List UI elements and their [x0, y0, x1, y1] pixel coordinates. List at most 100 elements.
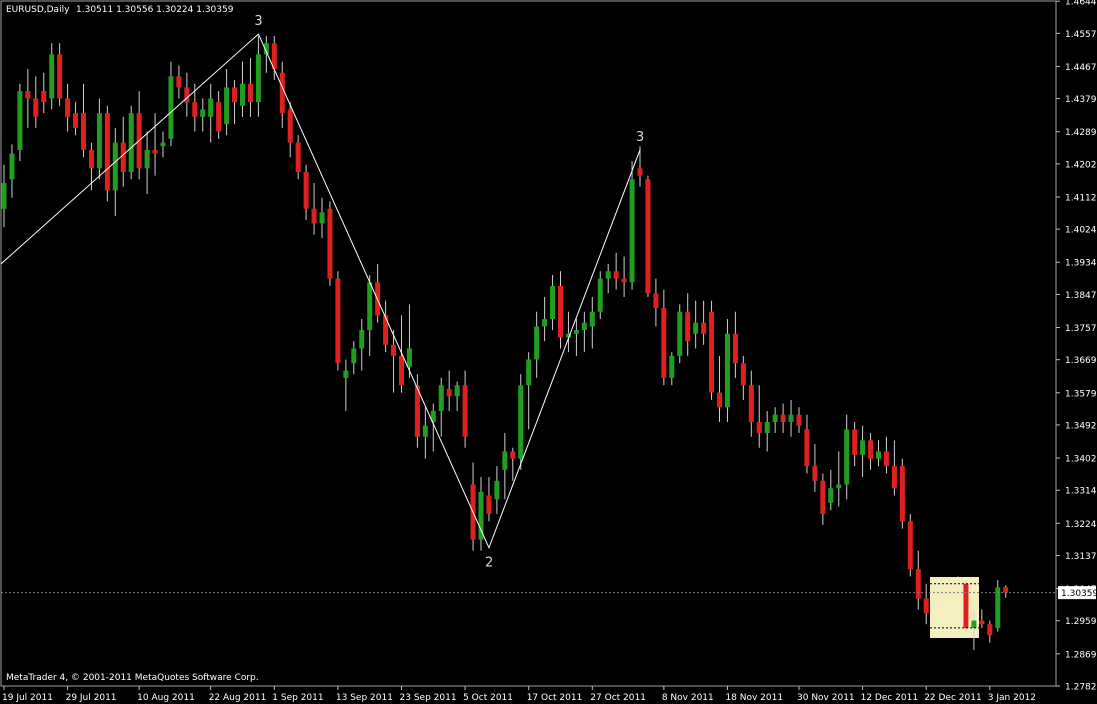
candle-body-bull [144, 149, 150, 169]
candle-body-bear [311, 208, 317, 224]
candle-body-bear [81, 113, 86, 150]
candle-body-bull [526, 359, 532, 386]
candle-body-bear [510, 451, 516, 459]
y-tick-label: 1.46445 [1065, 0, 1097, 8]
candle-body-bear [915, 569, 921, 599]
candle-body-bull [168, 76, 174, 139]
candle-body-bull [669, 355, 675, 378]
candle-body-bull [550, 285, 556, 320]
wave-label: 3 [254, 14, 262, 29]
y-tick-label: 1.45570 [1065, 30, 1097, 40]
candle-body-bull [677, 311, 683, 356]
candle-body-bear [717, 392, 722, 408]
candle-body-bull [200, 109, 206, 117]
candle-body-bear [247, 83, 253, 103]
candle-body-bull [1, 183, 7, 209]
candle-body-bull [240, 83, 245, 106]
candle-body-bull [995, 587, 1001, 628]
y-tick-label: 1.35795 [1065, 389, 1097, 399]
x-tick-label: 19 Jul 2011 [2, 693, 53, 703]
candle-body-bear [383, 315, 389, 345]
candle-body-bear [820, 480, 826, 514]
candle-body-bear [987, 624, 993, 636]
candle-body-bull [359, 330, 365, 349]
candle-body-bear [868, 440, 874, 459]
candle-body-bull [112, 142, 118, 191]
candle-body-bull [589, 311, 595, 327]
candle-body-bull [406, 348, 412, 367]
candle-body-bear [73, 113, 79, 128]
x-tick-label: 22 Aug 2011 [209, 693, 267, 703]
candle-body-bear [907, 521, 913, 570]
chart-title-symbol: EURUSD,Daily [6, 5, 70, 15]
x-tick-label: 13 Sep 2011 [336, 693, 393, 703]
candle-body-bull [255, 54, 261, 103]
candle-body-bull [17, 91, 23, 150]
candle-body-bull [502, 451, 508, 470]
copyright-text: MetaTrader 4, © 2001-2011 MetaQuotes Sof… [6, 673, 259, 683]
candle-body-bull [534, 326, 540, 360]
candle-body-bear [33, 98, 39, 117]
candle-body-bear [637, 168, 643, 176]
candle [104, 105, 110, 202]
candle-body-bear [1003, 587, 1009, 593]
x-tick-label: 1 Sep 2011 [272, 693, 323, 703]
candle [907, 513, 913, 577]
candle-body-bull [788, 414, 794, 423]
candle-body-bear [216, 102, 222, 132]
x-tick-label: 12 Dec 2011 [861, 693, 919, 703]
candle [709, 300, 715, 400]
candle-body-bull [160, 142, 166, 147]
candle-body-bear [303, 171, 309, 209]
candle [963, 580, 969, 632]
candle-body-bull [422, 425, 428, 437]
y-tick-label: 1.41120 [1065, 193, 1097, 203]
x-tick-label: 30 Nov 2011 [797, 693, 855, 703]
y-tick-label: 1.28695 [1065, 650, 1097, 660]
candle-body-bull [518, 385, 524, 459]
candle-body-bear [462, 385, 468, 437]
candle-body-bull [772, 414, 778, 423]
price-chart[interactable]: 3 2 3 1.46445 1.45570 1.44670 1.43795 1.42895 1… [0, 0, 1097, 704]
current-price-label: 1.30359 [1061, 589, 1097, 599]
y-tick-label: 1.42895 [1065, 128, 1097, 138]
candle-body-bull [494, 480, 500, 500]
candle-body-bear [891, 466, 897, 489]
candle-body-bear [295, 142, 301, 172]
candle-body-bear [804, 429, 810, 467]
y-tick-label: 1.36695 [1065, 356, 1097, 366]
candle-body-bear [621, 278, 627, 283]
y-tick-label: 1.40245 [1065, 226, 1097, 236]
y-tick-label: 1.34920 [1065, 421, 1097, 431]
candle [327, 201, 333, 286]
highlight-box [930, 577, 979, 638]
candle-body-bear [812, 466, 818, 481]
candle [645, 175, 651, 297]
candle [677, 304, 683, 364]
candle-body-bear [176, 76, 182, 88]
candle-body-bull [597, 278, 603, 312]
candle [899, 458, 905, 529]
candle-body-bull [836, 484, 842, 489]
x-tick-label: 22 Dec 2011 [924, 693, 982, 703]
candle-body-bull [724, 333, 730, 408]
candle-body-bear [88, 149, 94, 169]
candle-body-bear [104, 113, 110, 191]
candle-body-bull [971, 620, 977, 628]
candle-body-bear [709, 311, 715, 393]
candle [629, 160, 635, 290]
candle-body-bear [685, 311, 691, 342]
candle-body-bull [764, 422, 770, 434]
y-tick-label: 1.31370 [1065, 552, 1097, 562]
candle-body-bull [860, 440, 866, 456]
candle-body-bear [645, 179, 651, 294]
candle-body-bear [852, 429, 858, 456]
candle-body-bear [923, 598, 929, 614]
candle [724, 319, 730, 423]
candle-body-bull [828, 488, 834, 503]
x-tick-label: 27 Oct 2011 [590, 693, 646, 703]
candle-body-bull [208, 98, 214, 117]
candle-body-bull [581, 322, 587, 331]
candle [17, 83, 23, 161]
candle-body-bear [740, 363, 746, 386]
